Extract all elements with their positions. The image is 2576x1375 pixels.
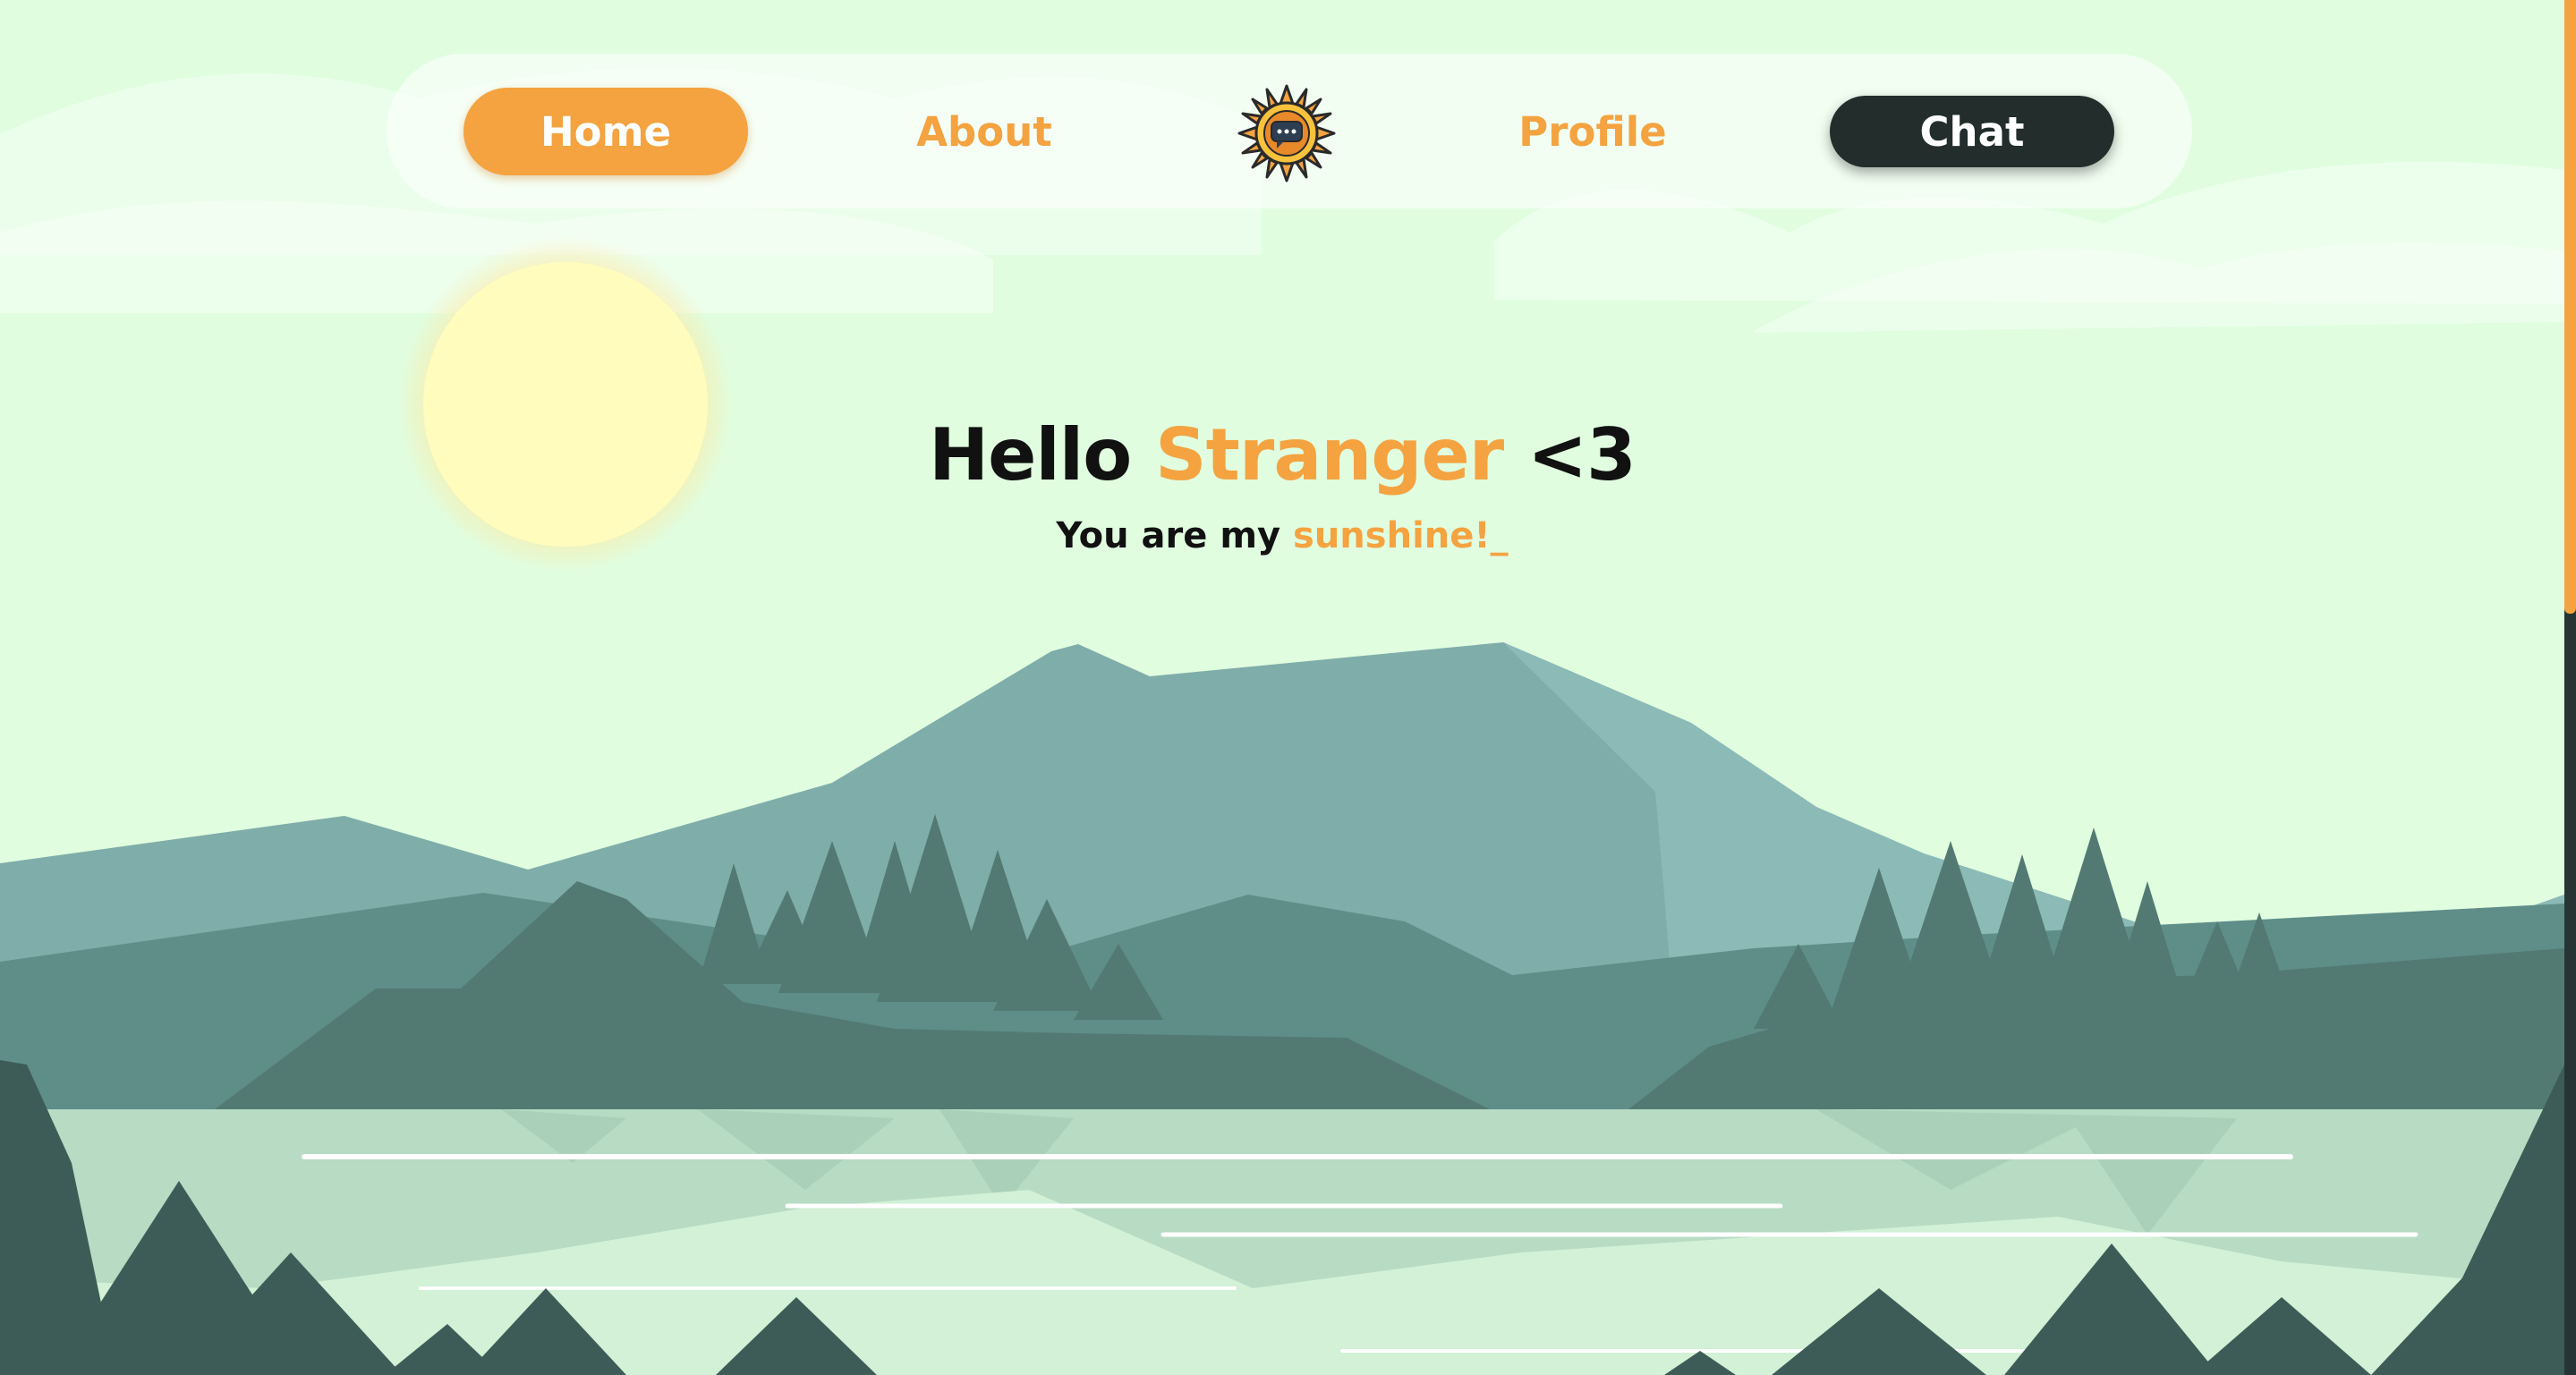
hero-greeting: Hello xyxy=(929,413,1132,497)
typing-cursor: _ xyxy=(1490,515,1509,556)
nav-chat-button[interactable]: Chat xyxy=(1830,96,2114,167)
sun xyxy=(423,262,708,547)
sunflower-chat-icon[interactable] xyxy=(1237,84,1336,182)
nav-profile-link[interactable]: Profile xyxy=(1467,88,1718,175)
hero-sub-accent: sunshine! xyxy=(1293,515,1491,556)
page: Home About Profile Chat Hello Stranger <… xyxy=(0,0,2576,1375)
nav-about-link[interactable]: About xyxy=(859,88,1109,175)
hero-name: Stranger xyxy=(1155,413,1504,497)
hero-subtitle: You are my sunshine!_ xyxy=(0,515,2564,556)
hero-sub-prefix: You are my xyxy=(1056,515,1281,556)
scrollbar-track[interactable] xyxy=(2564,0,2576,1375)
hero-heart: <3 xyxy=(1527,413,1637,497)
nav-home-button[interactable]: Home xyxy=(463,88,748,175)
scrollbar-thumb[interactable] xyxy=(2564,0,2576,614)
hero-title: Hello Stranger <3 xyxy=(0,413,2564,497)
